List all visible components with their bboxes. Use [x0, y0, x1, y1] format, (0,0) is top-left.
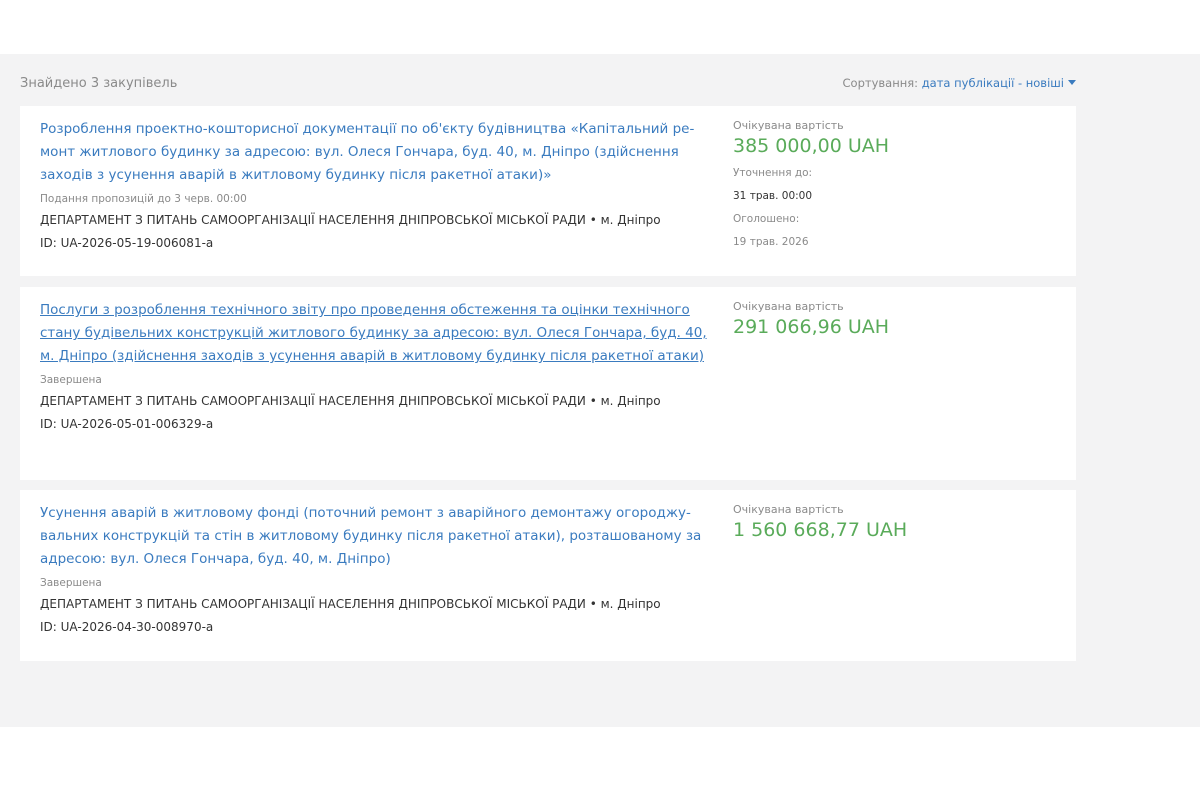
- sort-control[interactable]: Сортування: дата публікації - новіші: [843, 76, 1076, 90]
- expected-value-amount: 1 560 668,77 UAH: [733, 519, 908, 541]
- expected-value-amount: 291 066,96 UAH: [733, 316, 890, 338]
- tender-id: ID: UA-2026-04-30-008970-a: [40, 620, 214, 634]
- results-toolbar: Знайдено 3 закупівель Сортування: дата п…: [20, 76, 1076, 96]
- tender-info: Розроблення проектно-кошторисної докумен…: [40, 118, 720, 254]
- results-panel: Знайдено 3 закупівель Сортування: дата п…: [0, 54, 1200, 727]
- sort-value: дата публікації - новіші: [921, 76, 1064, 90]
- tender-organization: ДЕПАРТАМЕНТ З ПИТАНЬ САМООРГАНІЗАЦІЇ НАС…: [40, 597, 661, 611]
- sort-label: Сортування:: [842, 76, 919, 90]
- announced-value: 19 трав. 2026: [733, 236, 809, 248]
- tender-organization: ДЕПАРТАМЕНТ З ПИТАНЬ САМООРГАНІЗАЦІЇ НАС…: [40, 394, 661, 408]
- caret-down-icon: [1068, 80, 1076, 85]
- tender-id: ID: UA-2026-05-19-006081-a: [40, 236, 214, 250]
- sort-dropdown[interactable]: дата публікації - новіші: [922, 76, 1076, 90]
- tender-id: ID: UA-2026-05-01-006329-a: [40, 417, 214, 431]
- tender-card: Послуги з розроблення технічного звіту п…: [20, 287, 1076, 480]
- tender-title-link[interactable]: Розроблення проектно-кошторисної докумен…: [40, 118, 720, 187]
- tender-title-link[interactable]: Усунення аварій в житловому фонді (поточ…: [40, 502, 720, 571]
- tender-card: Усунення аварій в житловому фонді (поточ…: [20, 490, 1076, 661]
- tender-info: Послуги з розроблення технічного звіту п…: [40, 299, 720, 435]
- tender-value-block: Очікувана вартість 291 066,96 UAH: [733, 299, 1033, 343]
- results-count: Знайдено 3 закупівель: [20, 76, 178, 91]
- expected-value-amount: 385 000,00 UAH: [733, 135, 890, 157]
- clarify-label: Уточнення до:: [733, 167, 813, 179]
- expected-value-label: Очікувана вартість: [733, 119, 844, 132]
- tender-title-link[interactable]: Послуги з розроблення технічного звіту п…: [40, 299, 720, 368]
- tender-info: Усунення аварій в житловому фонді (поточ…: [40, 502, 720, 638]
- tender-card: Розроблення проектно-кошторисної докумен…: [20, 106, 1076, 276]
- expected-value-label: Очікувана вартість: [733, 503, 844, 516]
- announced-label: Оголошено:: [733, 213, 800, 225]
- tender-value-block: Очікувана вартість 385 000,00 UAH Уточне…: [733, 118, 1033, 254]
- tender-status: Завершена: [40, 577, 102, 589]
- tender-status: Подання пропозицій до 3 черв. 00:00: [40, 193, 247, 205]
- tender-status: Завершена: [40, 374, 102, 386]
- clarify-value: 31 трав. 00:00: [733, 190, 813, 202]
- expected-value-label: Очікувана вартість: [733, 300, 844, 313]
- tender-organization: ДЕПАРТАМЕНТ З ПИТАНЬ САМООРГАНІЗАЦІЇ НАС…: [40, 213, 661, 227]
- tender-value-block: Очікувана вартість 1 560 668,77 UAH: [733, 502, 1033, 546]
